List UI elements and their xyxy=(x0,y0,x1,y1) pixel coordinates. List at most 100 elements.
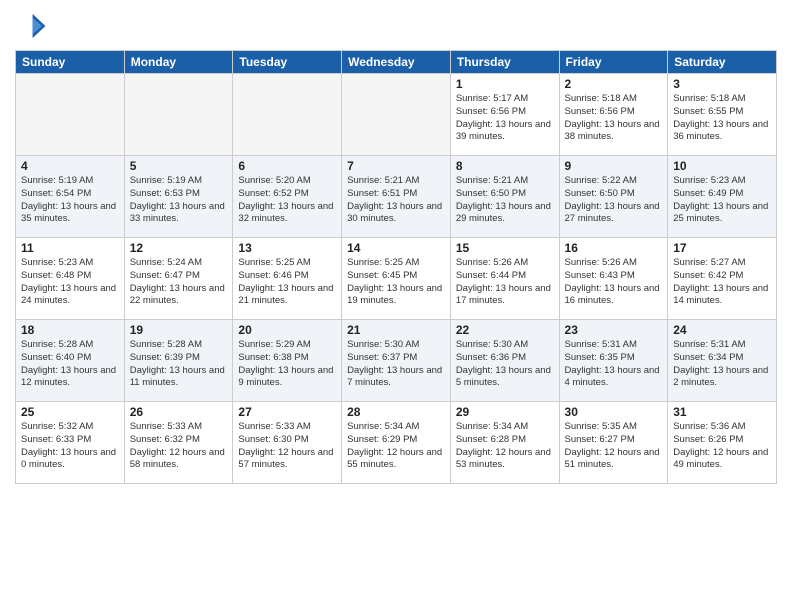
calendar-day-cell: 24 Sunrise: 5:31 AMSunset: 6:34 PMDayligh… xyxy=(668,320,777,402)
calendar-col-header: Tuesday xyxy=(233,51,342,74)
day-number: 12 xyxy=(130,241,228,255)
day-info: Sunrise: 5:31 AMSunset: 6:35 PMDaylight:… xyxy=(565,339,663,390)
day-info: Sunrise: 5:23 AMSunset: 6:49 PMDaylight:… xyxy=(673,175,771,226)
calendar-day-cell: 18 Sunrise: 5:28 AMSunset: 6:40 PMDayligh… xyxy=(16,320,125,402)
calendar-day-cell: 7Sunrise: 5:21 AMSunset: 6:51 PMDaylight… xyxy=(342,156,451,238)
calendar-col-header: Saturday xyxy=(668,51,777,74)
day-number: 5 xyxy=(130,159,228,173)
day-info: Sunrise: 5:21 AMSunset: 6:50 PMDaylight:… xyxy=(456,175,554,226)
calendar-day-cell: 9 Sunrise: 5:22 AMSunset: 6:50 PMDaylight… xyxy=(559,156,668,238)
calendar-day-cell: 16 Sunrise: 5:26 AMSunset: 6:43 PMDayligh… xyxy=(559,238,668,320)
day-number: 20 xyxy=(238,323,336,337)
calendar-col-header: Wednesday xyxy=(342,51,451,74)
calendar-day-cell: 6Sunrise: 5:20 AMSunset: 6:52 PMDaylight… xyxy=(233,156,342,238)
day-info: Sunrise: 5:22 AMSunset: 6:50 PMDaylight:… xyxy=(565,175,663,226)
day-number: 2 xyxy=(565,77,663,91)
day-number: 25 xyxy=(21,405,119,419)
day-info: Sunrise: 5:18 AMSunset: 6:56 PMDaylight:… xyxy=(565,93,663,144)
day-number: 26 xyxy=(130,405,228,419)
day-info: Sunrise: 5:31 AMSunset: 6:34 PMDaylight:… xyxy=(673,339,771,390)
day-info: Sunrise: 5:28 AMSunset: 6:39 PMDaylight:… xyxy=(130,339,228,390)
day-number: 21 xyxy=(347,323,445,337)
day-number: 1 xyxy=(456,77,554,91)
day-info: Sunrise: 5:24 AMSunset: 6:47 PMDaylight:… xyxy=(130,257,228,308)
day-info: Sunrise: 5:26 AMSunset: 6:43 PMDaylight:… xyxy=(565,257,663,308)
day-number: 23 xyxy=(565,323,663,337)
calendar-col-header: Monday xyxy=(124,51,233,74)
day-info: Sunrise: 5:27 AMSunset: 6:42 PMDaylight:… xyxy=(673,257,771,308)
calendar-table: SundayMondayTuesdayWednesdayThursdayFrid… xyxy=(15,50,777,484)
day-info: Sunrise: 5:33 AMSunset: 6:30 PMDaylight:… xyxy=(238,421,336,472)
day-info: Sunrise: 5:19 AMSunset: 6:54 PMDaylight:… xyxy=(21,175,119,226)
day-number: 14 xyxy=(347,241,445,255)
day-info: Sunrise: 5:18 AMSunset: 6:55 PMDaylight:… xyxy=(673,93,771,144)
day-number: 29 xyxy=(456,405,554,419)
calendar-day-cell: 8 Sunrise: 5:21 AMSunset: 6:50 PMDaylight… xyxy=(450,156,559,238)
calendar-day-cell: 21 Sunrise: 5:30 AMSunset: 6:37 PMDayligh… xyxy=(342,320,451,402)
day-number: 9 xyxy=(565,159,663,173)
calendar-week-row: 1Sunrise: 5:17 AMSunset: 6:56 PMDaylight… xyxy=(16,74,777,156)
day-info: Sunrise: 5:20 AMSunset: 6:52 PMDaylight:… xyxy=(238,175,336,226)
day-number: 17 xyxy=(673,241,771,255)
calendar-day-cell: 30 Sunrise: 5:35 AMSunset: 6:27 PMDayligh… xyxy=(559,402,668,484)
calendar-day-cell: 19Sunrise: 5:28 AMSunset: 6:39 PMDayligh… xyxy=(124,320,233,402)
calendar-col-header: Thursday xyxy=(450,51,559,74)
day-number: 8 xyxy=(456,159,554,173)
day-number: 13 xyxy=(238,241,336,255)
day-info: Sunrise: 5:33 AMSunset: 6:32 PMDaylight:… xyxy=(130,421,228,472)
calendar-col-header: Sunday xyxy=(16,51,125,74)
day-info: Sunrise: 5:25 AMSunset: 6:45 PMDaylight:… xyxy=(347,257,445,308)
calendar-day-cell: 17 Sunrise: 5:27 AMSunset: 6:42 PMDayligh… xyxy=(668,238,777,320)
calendar-day-cell xyxy=(233,74,342,156)
calendar-day-cell: 4 Sunrise: 5:19 AMSunset: 6:54 PMDaylight… xyxy=(16,156,125,238)
day-info: Sunrise: 5:30 AMSunset: 6:37 PMDaylight:… xyxy=(347,339,445,390)
logo-icon xyxy=(15,10,47,42)
day-number: 10 xyxy=(673,159,771,173)
calendar-day-cell: 22 Sunrise: 5:30 AMSunset: 6:36 PMDayligh… xyxy=(450,320,559,402)
calendar-day-cell: 12 Sunrise: 5:24 AMSunset: 6:47 PMDayligh… xyxy=(124,238,233,320)
day-info: Sunrise: 5:25 AMSunset: 6:46 PMDaylight:… xyxy=(238,257,336,308)
day-number: 27 xyxy=(238,405,336,419)
calendar-col-header: Friday xyxy=(559,51,668,74)
day-info: Sunrise: 5:30 AMSunset: 6:36 PMDaylight:… xyxy=(456,339,554,390)
calendar-day-cell: 20Sunrise: 5:29 AMSunset: 6:38 PMDayligh… xyxy=(233,320,342,402)
day-info: Sunrise: 5:32 AMSunset: 6:33 PMDaylight:… xyxy=(21,421,119,472)
logo xyxy=(15,10,51,42)
day-number: 18 xyxy=(21,323,119,337)
day-number: 24 xyxy=(673,323,771,337)
page: SundayMondayTuesdayWednesdayThursdayFrid… xyxy=(0,0,792,612)
calendar-day-cell: 11 Sunrise: 5:23 AMSunset: 6:48 PMDayligh… xyxy=(16,238,125,320)
calendar-week-row: 4 Sunrise: 5:19 AMSunset: 6:54 PMDaylight… xyxy=(16,156,777,238)
calendar-day-cell: 28Sunrise: 5:34 AMSunset: 6:29 PMDayligh… xyxy=(342,402,451,484)
day-info: Sunrise: 5:28 AMSunset: 6:40 PMDaylight:… xyxy=(21,339,119,390)
day-info: Sunrise: 5:36 AMSunset: 6:26 PMDaylight:… xyxy=(673,421,771,472)
calendar-day-cell: 14 Sunrise: 5:25 AMSunset: 6:45 PMDayligh… xyxy=(342,238,451,320)
calendar-week-row: 18 Sunrise: 5:28 AMSunset: 6:40 PMDayligh… xyxy=(16,320,777,402)
day-info: Sunrise: 5:35 AMSunset: 6:27 PMDaylight:… xyxy=(565,421,663,472)
calendar-day-cell xyxy=(342,74,451,156)
day-number: 4 xyxy=(21,159,119,173)
calendar-day-cell: 2 Sunrise: 5:18 AMSunset: 6:56 PMDaylight… xyxy=(559,74,668,156)
calendar-day-cell: 29 Sunrise: 5:34 AMSunset: 6:28 PMDayligh… xyxy=(450,402,559,484)
day-info: Sunrise: 5:23 AMSunset: 6:48 PMDaylight:… xyxy=(21,257,119,308)
calendar-header-row: SundayMondayTuesdayWednesdayThursdayFrid… xyxy=(16,51,777,74)
day-info: Sunrise: 5:34 AMSunset: 6:28 PMDaylight:… xyxy=(456,421,554,472)
calendar-day-cell: 15Sunrise: 5:26 AMSunset: 6:44 PMDayligh… xyxy=(450,238,559,320)
day-number: 30 xyxy=(565,405,663,419)
calendar-day-cell xyxy=(124,74,233,156)
calendar-day-cell: 27 Sunrise: 5:33 AMSunset: 6:30 PMDayligh… xyxy=(233,402,342,484)
calendar-week-row: 25 Sunrise: 5:32 AMSunset: 6:33 PMDayligh… xyxy=(16,402,777,484)
day-info: Sunrise: 5:26 AMSunset: 6:44 PMDaylight:… xyxy=(456,257,554,308)
calendar-day-cell xyxy=(16,74,125,156)
day-number: 7 xyxy=(347,159,445,173)
day-number: 3 xyxy=(673,77,771,91)
calendar-day-cell: 25 Sunrise: 5:32 AMSunset: 6:33 PMDayligh… xyxy=(16,402,125,484)
calendar-day-cell: 13 Sunrise: 5:25 AMSunset: 6:46 PMDayligh… xyxy=(233,238,342,320)
day-number: 11 xyxy=(21,241,119,255)
day-number: 22 xyxy=(456,323,554,337)
calendar-day-cell: 31 Sunrise: 5:36 AMSunset: 6:26 PMDayligh… xyxy=(668,402,777,484)
calendar-day-cell: 23 Sunrise: 5:31 AMSunset: 6:35 PMDayligh… xyxy=(559,320,668,402)
day-number: 16 xyxy=(565,241,663,255)
calendar-day-cell: 10 Sunrise: 5:23 AMSunset: 6:49 PMDayligh… xyxy=(668,156,777,238)
day-number: 31 xyxy=(673,405,771,419)
